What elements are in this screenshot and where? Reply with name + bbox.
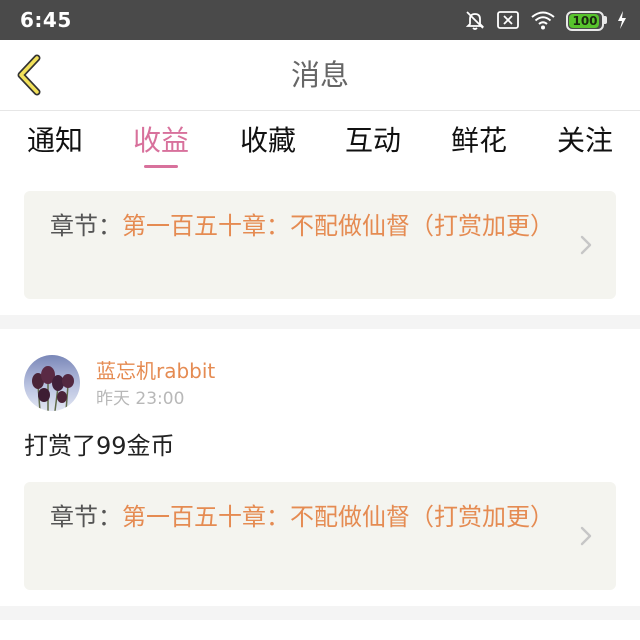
back-button[interactable] [10, 50, 54, 100]
chapter-card[interactable]: 章节：第一百五十章：不配做仙督（打赏加更） [24, 482, 616, 590]
tab-label: 收益 [132, 124, 189, 157]
messages-screen: 6:45 100 消息 通知 收益 收藏 互动 鲜花 关注 章节：第一百五十章：… [0, 0, 640, 640]
chapter-text: 章节：第一百五十章：不配做仙督（打赏加更） [50, 207, 570, 245]
section-divider [0, 315, 640, 329]
status-time: 6:45 [20, 8, 72, 32]
tab-favorites[interactable]: 收藏 [237, 121, 299, 171]
active-tab-indicator [144, 165, 178, 168]
chevron-right-icon [580, 526, 592, 546]
timestamp: 昨天 23:00 [96, 389, 185, 409]
mute-bell-icon [464, 9, 486, 31]
message-list: 章节：第一百五十章：不配做仙督（打赏加更） 蓝忘机rabbit 昨天 23:00… [0, 177, 640, 640]
wifi-icon [530, 9, 556, 31]
chevron-left-icon [17, 54, 41, 96]
tab-notifications[interactable]: 通知 [24, 121, 86, 171]
chapter-card[interactable]: 章节：第一百五十章：不配做仙督（打赏加更） [24, 191, 616, 299]
section-divider [0, 606, 640, 620]
tab-label: 互动 [344, 124, 401, 157]
chapter-title: 第一百五十章：不配做仙督（打赏加更） [122, 212, 554, 240]
username[interactable]: 蓝忘机rabbit [96, 357, 215, 385]
chapter-text: 章节：第一百五十章：不配做仙督（打赏加更） [50, 498, 570, 536]
reward-message: 打赏了99金币 [24, 432, 175, 460]
tab-label: 鲜花 [450, 124, 507, 157]
notification-off-icon [496, 9, 520, 31]
avatar[interactable] [24, 355, 80, 411]
status-bar: 6:45 100 [0, 0, 640, 40]
tab-label: 收藏 [239, 124, 296, 157]
header: 消息 [0, 40, 640, 111]
battery-tip [604, 16, 607, 24]
chapter-label: 章节： [50, 503, 122, 531]
tab-following[interactable]: 关注 [554, 121, 616, 171]
charging-icon [616, 9, 628, 31]
tab-earnings[interactable]: 收益 [130, 121, 192, 171]
tab-bar: 通知 收益 收藏 互动 鲜花 关注 [0, 111, 640, 177]
tab-interactions[interactable]: 互动 [342, 121, 404, 171]
tab-flowers[interactable]: 鲜花 [448, 121, 510, 171]
battery-icon: 100 [566, 11, 607, 31]
chapter-label: 章节： [50, 212, 122, 240]
page-title: 消息 [290, 58, 349, 92]
tab-label: 关注 [556, 124, 613, 157]
battery-level: 100 [572, 14, 598, 28]
chapter-title: 第一百五十章：不配做仙督（打赏加更） [122, 503, 554, 531]
status-icons: 100 [464, 0, 628, 40]
chevron-right-icon [580, 235, 592, 255]
tab-label: 通知 [26, 124, 83, 157]
